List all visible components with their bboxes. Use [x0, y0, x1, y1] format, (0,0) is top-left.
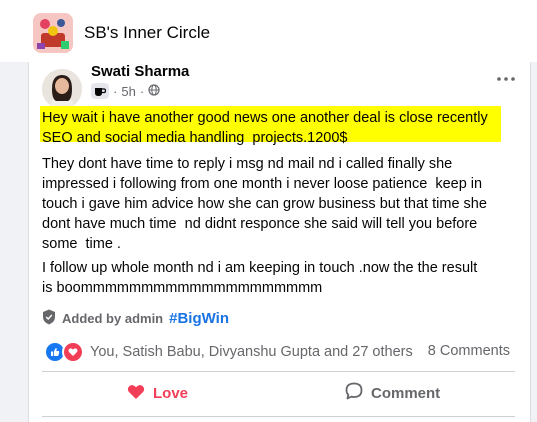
meta-separator: ·: [113, 83, 118, 99]
heart-icon: [127, 383, 145, 404]
meta-separator: ·: [139, 83, 145, 99]
post-time[interactable]: 5h: [121, 84, 135, 99]
shield-icon: [42, 309, 56, 328]
post-paragraph: I follow up whole month nd i am keeping …: [42, 260, 478, 296]
coffee-cup-icon: [91, 83, 109, 99]
comment-button[interactable]: Comment: [345, 381, 440, 405]
post-card: Swati Sharma · 5h · Hey wait i have anot…: [28, 62, 531, 422]
post-paragraph: They dont have time to reply i msg nd ma…: [42, 156, 487, 252]
love-label: Love: [153, 384, 189, 402]
more-options-icon[interactable]: [494, 72, 518, 86]
love-reaction-icon: [62, 341, 84, 363]
globe-icon: [148, 83, 160, 99]
author-avatar[interactable]: [42, 69, 82, 109]
highlighted-message: Hey wait i have another good news one an…: [42, 110, 488, 146]
added-by-label: Added by admin: [62, 310, 164, 326]
divider: [42, 371, 515, 372]
comments-count[interactable]: 8 Comments: [428, 343, 510, 359]
comment-label: Comment: [371, 384, 441, 402]
reaction-summary[interactable]: You, Satish Babu, Divyanshu Gupta and 27…: [44, 341, 413, 363]
hashtag-link[interactable]: #BigWin: [169, 310, 229, 327]
reactors-text[interactable]: You, Satish Babu, Divyanshu Gupta and 27…: [90, 344, 413, 360]
love-button[interactable]: Love: [127, 381, 188, 405]
group-header: SB's Inner Circle: [0, 0, 537, 62]
comment-icon: [345, 382, 363, 404]
post-meta: · 5h ·: [91, 82, 160, 100]
divider: [42, 416, 515, 417]
admin-added-note: Added by admin #BigWin: [42, 308, 229, 328]
author-name[interactable]: Swati Sharma: [91, 63, 189, 80]
group-thumbnail[interactable]: [33, 13, 73, 53]
group-name[interactable]: SB's Inner Circle: [84, 23, 210, 43]
